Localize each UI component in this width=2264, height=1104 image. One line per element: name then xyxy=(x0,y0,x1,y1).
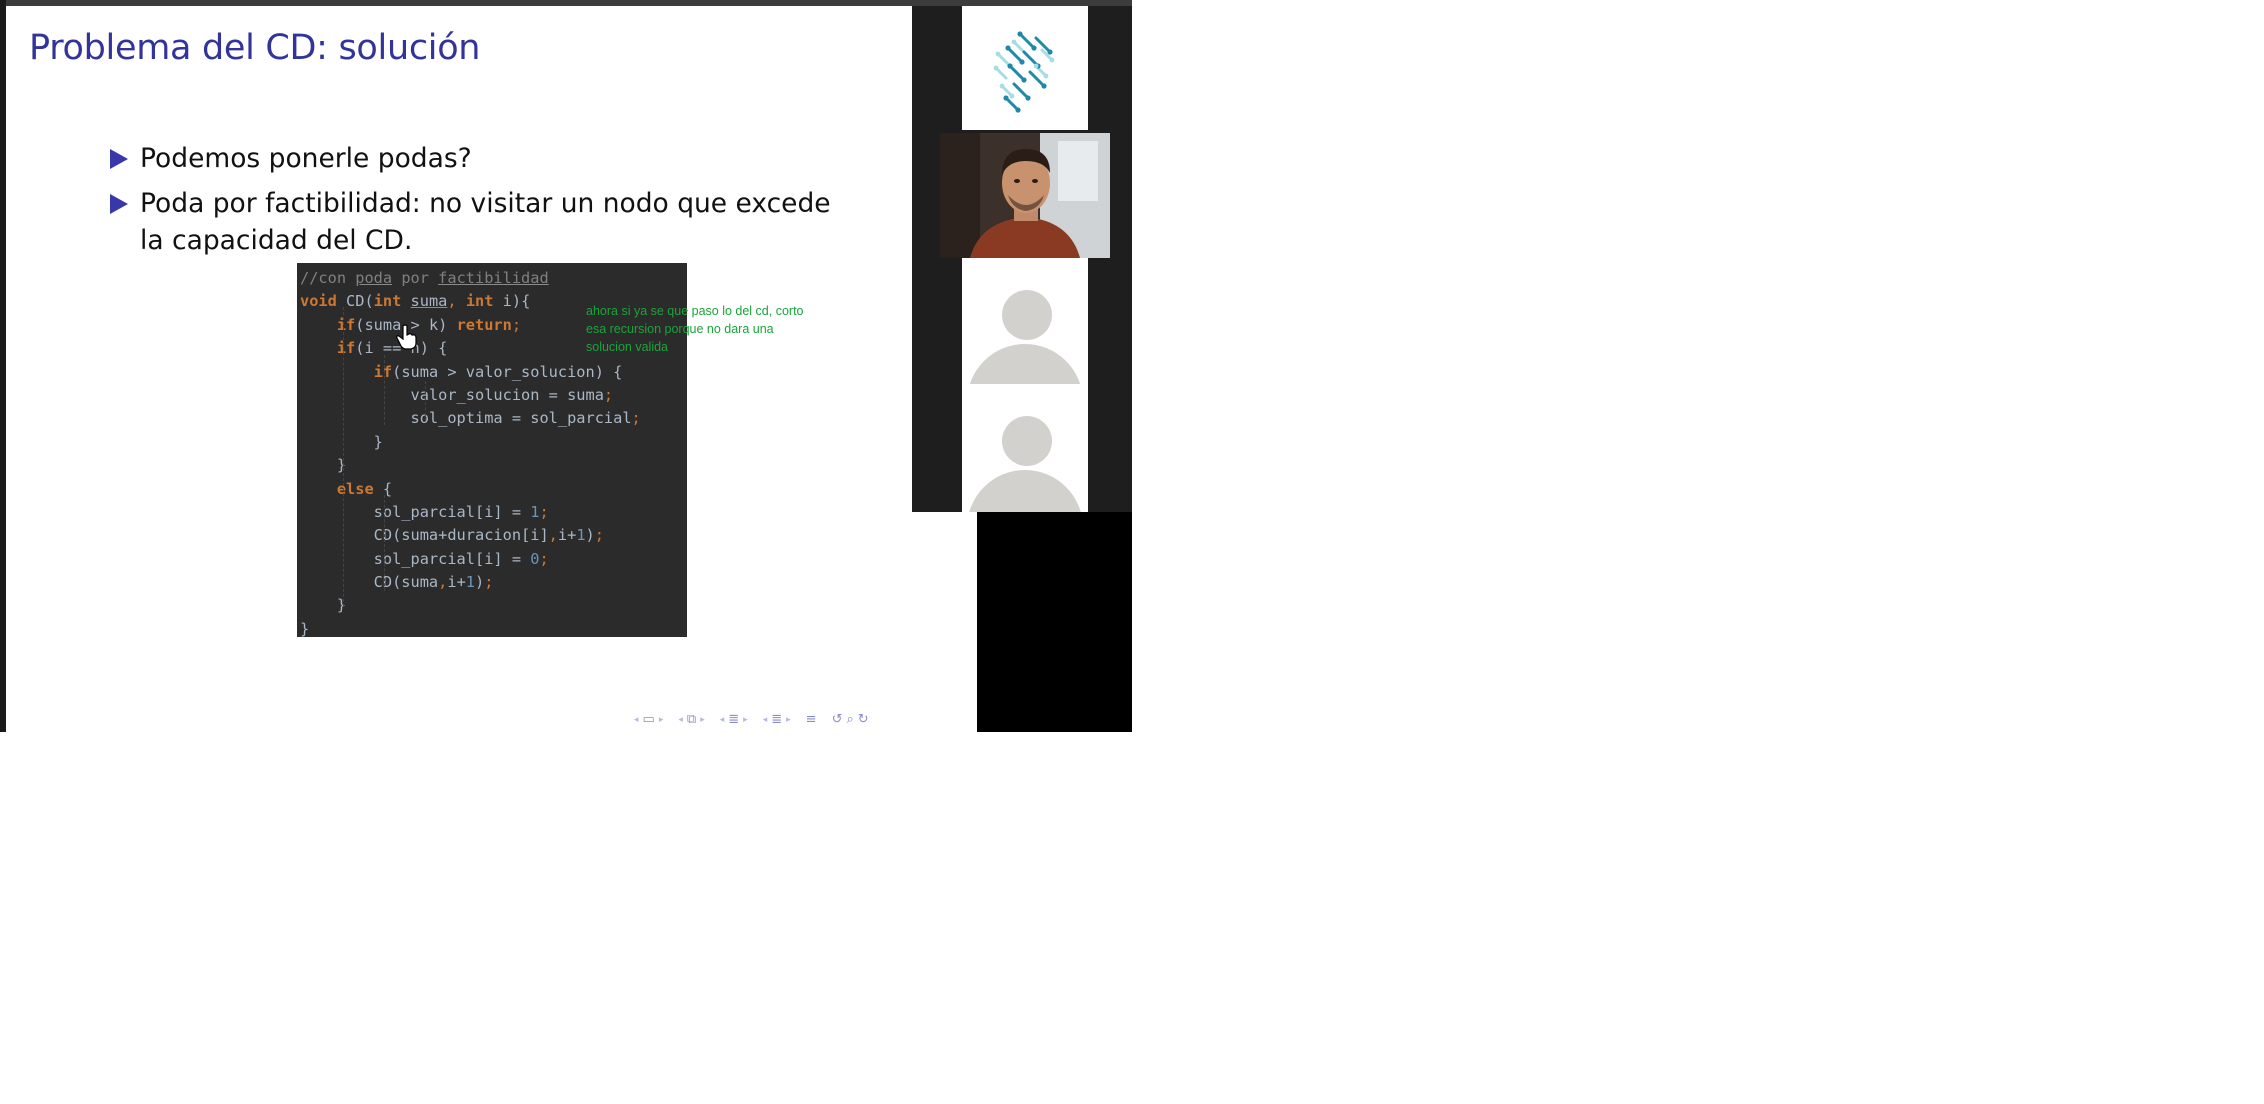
avatar-placeholder-icon xyxy=(1002,416,1052,466)
toc-icon: ≡ xyxy=(805,712,818,727)
frame-icon: ▭ xyxy=(642,712,656,727)
nav-search[interactable]: ↺ ⌕ ↻ xyxy=(832,712,870,727)
section-icon: ≣ xyxy=(728,712,741,727)
bullet-text: Poda por factibilidad: no visitar un nod… xyxy=(140,188,831,256)
code-line-comment: //con poda por factibilidad xyxy=(300,269,549,287)
code-line: sol_optima = sol_parcial; xyxy=(300,409,641,428)
avatar-body-shape xyxy=(967,470,1083,512)
indent-guide xyxy=(384,495,385,591)
participant-tile-avatar[interactable] xyxy=(962,384,1088,512)
code-line: CD(suma+duracion[i],i+1); xyxy=(300,526,604,545)
slide-title: Problema del CD: solución xyxy=(29,28,481,68)
participant-tile-avatar[interactable] xyxy=(962,258,1088,384)
code-line: } xyxy=(300,432,383,451)
document-icon: ≣ xyxy=(771,712,784,727)
left-edge-bar xyxy=(0,0,6,732)
back-icon: ↺ xyxy=(831,712,844,727)
hand-cursor-icon xyxy=(396,324,417,350)
bullet-text: Podemos ponerle podas? xyxy=(140,143,472,174)
bullet-item: Poda por factibilidad: no visitar un nod… xyxy=(104,185,834,259)
nav-frame[interactable]: ◂ ▭ ▸ xyxy=(634,712,664,727)
participant-tile-logo[interactable] xyxy=(962,6,1088,130)
indent-guide xyxy=(384,355,385,425)
presentation-slide: Problema del CD: solución Podemos ponerl… xyxy=(6,6,976,732)
nav-subsection[interactable]: ◂ ⧉ ▸ xyxy=(678,712,705,727)
screen-share-black-area xyxy=(977,512,1132,732)
avatar-placeholder-icon xyxy=(1002,290,1052,340)
avatar-body-shape xyxy=(967,344,1083,384)
code-line: sol_parcial[i] = 0; xyxy=(300,549,549,568)
indent-guide xyxy=(425,381,426,421)
code-line: CD(suma,i+1); xyxy=(300,573,494,592)
code-line: } xyxy=(300,456,347,475)
participant-tile-video[interactable] xyxy=(940,133,1110,258)
bullet-triangle-icon xyxy=(110,194,128,214)
bullet-item: Podemos ponerle podas? xyxy=(104,140,834,177)
bullet-triangle-icon xyxy=(110,149,128,169)
search-icon: ⌕ xyxy=(846,712,855,727)
nav-section[interactable]: ◂ ≣ ▸ xyxy=(720,712,749,727)
beamer-navigation: ◂ ▭ ▸ ◂ ⧉ ▸ ◂ ≣ ▸ ◂ ≣ ▸ ≡ ↺ ⌕ ↻ xyxy=(634,712,870,727)
webcam-person-image xyxy=(940,133,1110,258)
code-line: } xyxy=(300,596,347,615)
code-line: valor_solucion = suma; xyxy=(300,385,614,404)
forward-icon: ↻ xyxy=(857,712,870,727)
subsection-icon: ⧉ xyxy=(686,712,698,727)
code-line: if(suma > valor_solucion) { xyxy=(373,362,623,381)
bullet-list: Podemos ponerle podas? Poda por factibil… xyxy=(104,140,834,267)
code-line: sol_parcial[i] = 1; xyxy=(300,502,549,521)
indent-guide xyxy=(343,307,344,607)
handwritten-annotation: ahora si ya se que paso lo del cd, corto… xyxy=(586,304,804,354)
nav-document[interactable]: ◂ ≣ ▸ xyxy=(763,712,792,727)
logo-dots-icon xyxy=(993,31,1055,113)
nav-toc[interactable]: ≡ xyxy=(806,712,818,727)
code-line: else { xyxy=(336,479,393,498)
code-line: } xyxy=(300,619,310,638)
